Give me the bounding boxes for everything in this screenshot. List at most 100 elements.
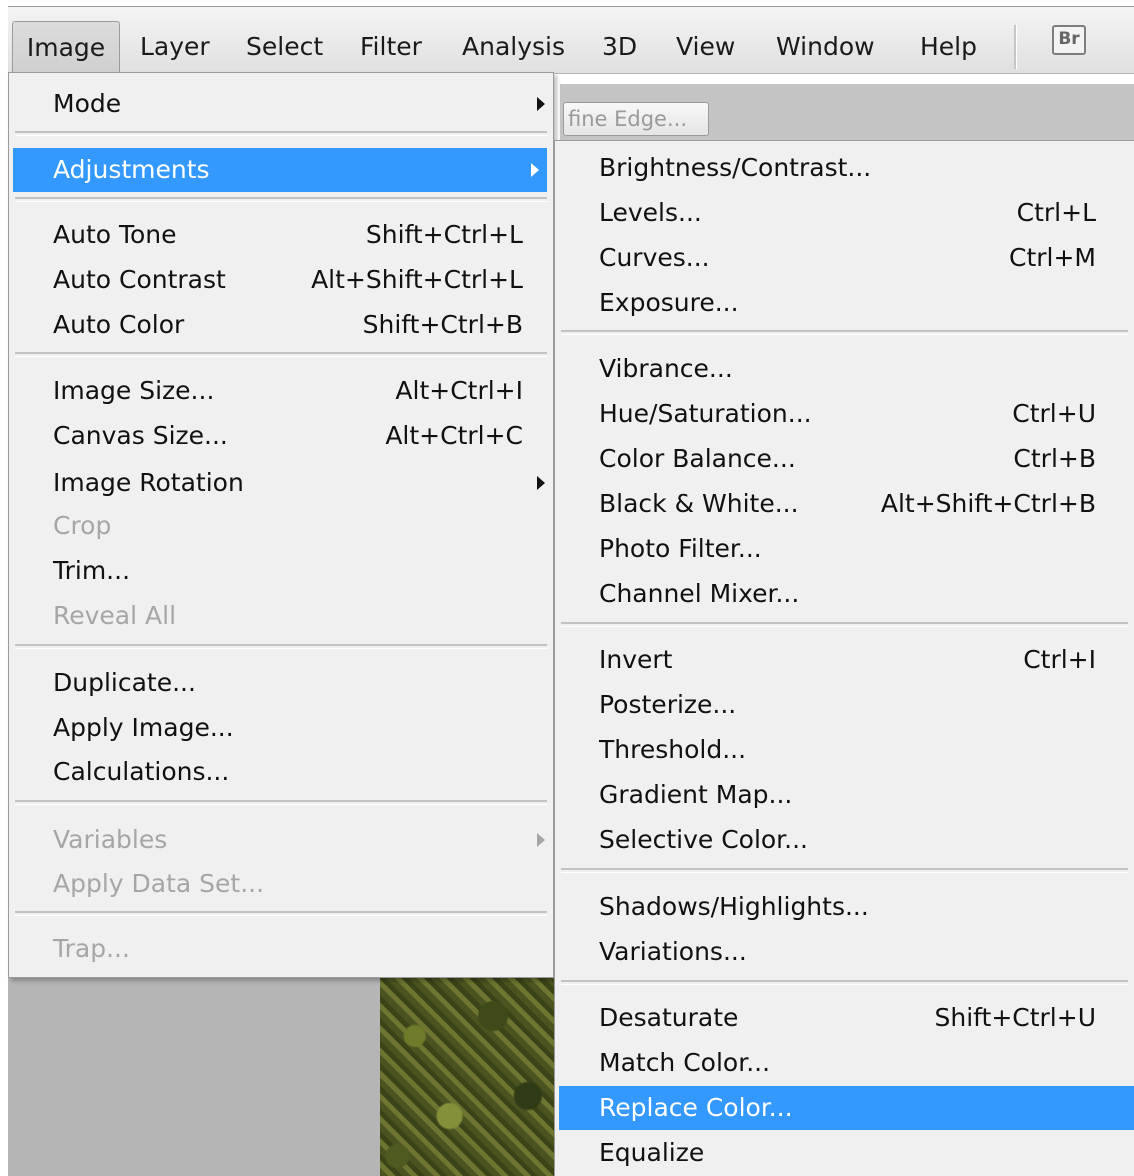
menu-item-label: Canvas Size... <box>53 421 228 450</box>
document-image <box>380 976 554 1176</box>
menu-item-match-color[interactable]: Match Color... <box>555 1041 1134 1085</box>
menu-item-label: Trim... <box>53 556 131 585</box>
menu-item-desaturate[interactable]: Desaturate Shift+Ctrl+U <box>555 996 1134 1040</box>
menu-item-label: Invert <box>599 645 673 674</box>
menu-item-vibrance[interactable]: Vibrance... <box>555 347 1134 391</box>
submenu-arrow-icon <box>537 97 545 111</box>
menu-item-hue-saturation[interactable]: Hue/Saturation... Ctrl+U <box>555 392 1134 436</box>
menu-separator <box>561 622 1128 627</box>
menu-3d[interactable]: 3D <box>602 27 637 67</box>
menu-item-auto-color[interactable]: Auto Color Shift+Ctrl+B <box>9 303 553 347</box>
menu-item-label: Match Color... <box>599 1048 771 1077</box>
menu-item-channel-mixer[interactable]: Channel Mixer... <box>555 572 1134 616</box>
shortcut-label: Ctrl+L <box>1016 198 1096 227</box>
menu-item-adjustments[interactable]: Adjustments <box>13 148 547 192</box>
canvas-background <box>8 976 380 1176</box>
menu-view[interactable]: View <box>676 27 735 67</box>
menu-item-label: Image Size... <box>53 376 215 405</box>
menu-item-label: Variables <box>53 825 168 854</box>
menu-item-brightness-contrast[interactable]: Brightness/Contrast... <box>555 146 1134 190</box>
menu-item-label: Channel Mixer... <box>599 579 800 608</box>
menu-item-label: Selective Color... <box>599 825 809 854</box>
adjustments-submenu: Brightness/Contrast... Levels... Ctrl+L … <box>554 140 1134 1176</box>
menu-item-canvas-size[interactable]: Canvas Size... Alt+Ctrl+C <box>9 414 553 458</box>
menu-item-image-size[interactable]: Image Size... Alt+Ctrl+I <box>9 369 553 413</box>
menu-item-color-balance[interactable]: Color Balance... Ctrl+B <box>555 437 1134 481</box>
menu-item-auto-tone[interactable]: Auto Tone Shift+Ctrl+L <box>9 213 553 257</box>
menu-separator <box>561 868 1128 873</box>
menu-item-trap[interactable]: Trap... <box>9 927 553 971</box>
menu-item-mode[interactable]: Mode <box>9 82 553 126</box>
menu-item-variables[interactable]: Variables <box>9 818 553 862</box>
shortcut-label: Alt+Ctrl+I <box>395 376 523 405</box>
menu-item-apply-image[interactable]: Apply Image... <box>9 706 553 750</box>
submenu-arrow-icon <box>537 476 545 490</box>
menu-analysis[interactable]: Analysis <box>462 27 565 67</box>
menu-help[interactable]: Help <box>920 27 977 67</box>
menu-item-label: Mode <box>53 89 122 118</box>
menu-item-selective-color[interactable]: Selective Color... <box>555 818 1134 862</box>
menu-item-curves[interactable]: Curves... Ctrl+M <box>555 236 1134 280</box>
menu-item-replace-color[interactable]: Replace Color... <box>559 1086 1134 1130</box>
menu-item-label: Auto Color <box>53 310 185 339</box>
menu-filter[interactable]: Filter <box>360 27 422 67</box>
menu-separator <box>561 980 1128 985</box>
menu-item-invert[interactable]: Invert Ctrl+I <box>555 638 1134 682</box>
shortcut-label: Ctrl+I <box>1023 645 1096 674</box>
menu-item-crop[interactable]: Crop <box>9 504 553 548</box>
menu-item-label: Auto Tone <box>53 220 177 249</box>
refine-edge-button[interactable]: fine Edge... <box>563 102 709 136</box>
menu-item-label: Posterize... <box>599 690 737 719</box>
menu-item-variations[interactable]: Variations... <box>555 930 1134 974</box>
shortcut-label: Shift+Ctrl+L <box>365 220 523 249</box>
menu-item-label: Shadows/Highlights... <box>599 892 869 921</box>
menu-layer[interactable]: Layer <box>140 27 210 67</box>
menu-image[interactable]: Image <box>12 21 120 76</box>
shortcut-label: Ctrl+M <box>1009 243 1096 272</box>
menu-item-gradient-map[interactable]: Gradient Map... <box>555 773 1134 817</box>
menu-item-exposure[interactable]: Exposure... <box>555 281 1134 325</box>
bridge-icon[interactable]: Br <box>1052 25 1086 55</box>
menu-item-levels[interactable]: Levels... Ctrl+L <box>555 191 1134 235</box>
menu-item-label: Crop <box>53 511 112 540</box>
menu-item-label: Equalize <box>599 1138 705 1167</box>
menu-item-calculations[interactable]: Calculations... <box>9 750 553 794</box>
menubar-separator <box>1014 25 1017 69</box>
shortcut-label: Alt+Shift+Ctrl+L <box>311 265 523 294</box>
menu-item-label: Apply Data Set... <box>53 869 265 898</box>
menu-item-label: Gradient Map... <box>599 780 793 809</box>
menu-item-photo-filter[interactable]: Photo Filter... <box>555 527 1134 571</box>
menu-item-label: Color Balance... <box>599 444 796 473</box>
menu-item-apply-data-set[interactable]: Apply Data Set... <box>9 862 553 906</box>
menu-item-posterize[interactable]: Posterize... <box>555 683 1134 727</box>
shortcut-label: Shift+Ctrl+U <box>934 1003 1097 1032</box>
menu-item-label: Image Rotation <box>53 468 244 497</box>
menu-window[interactable]: Window <box>776 27 875 67</box>
menu-item-threshold[interactable]: Threshold... <box>555 728 1134 772</box>
menu-select[interactable]: Select <box>246 27 323 67</box>
menu-item-label: Calculations... <box>53 757 230 786</box>
shortcut-label: Ctrl+B <box>1013 444 1096 473</box>
menu-item-duplicate[interactable]: Duplicate... <box>9 661 553 705</box>
shortcut-label: Ctrl+U <box>1012 399 1096 428</box>
menu-item-label: Trap... <box>53 934 130 963</box>
menu-item-label: Photo Filter... <box>599 534 762 563</box>
shortcut-label: Shift+Ctrl+B <box>362 310 523 339</box>
menu-item-image-rotation[interactable]: Image Rotation <box>9 461 553 505</box>
submenu-arrow-icon <box>531 163 539 177</box>
menu-item-reveal-all[interactable]: Reveal All <box>9 594 553 638</box>
menu-item-label: Variations... <box>599 937 747 966</box>
menu-separator <box>15 131 547 136</box>
menu-item-auto-contrast[interactable]: Auto Contrast Alt+Shift+Ctrl+L <box>9 258 553 302</box>
menu-item-label: Adjustments <box>53 155 210 184</box>
image-menu: Mode Adjustments Auto Tone Shift+Ctrl+L … <box>8 72 554 978</box>
menu-separator <box>15 197 547 202</box>
menu-item-trim[interactable]: Trim... <box>9 549 553 593</box>
menu-item-label: Exposure... <box>599 288 739 317</box>
menu-item-label: Duplicate... <box>53 668 196 697</box>
menu-item-black-white[interactable]: Black & White... Alt+Shift+Ctrl+B <box>555 482 1134 526</box>
menu-item-shadows-highlights[interactable]: Shadows/Highlights... <box>555 885 1134 929</box>
menu-item-label: Auto Contrast <box>53 265 226 294</box>
submenu-arrow-icon <box>537 833 545 847</box>
menu-item-equalize[interactable]: Equalize <box>555 1131 1134 1175</box>
